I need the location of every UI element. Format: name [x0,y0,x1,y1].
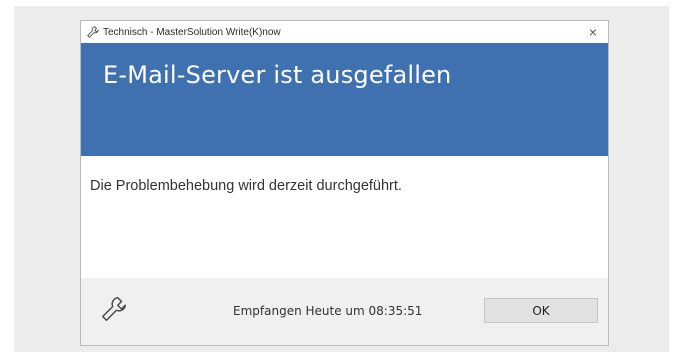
wrench-icon [99,294,129,324]
window-title: Technisch - MasterSolution Write(K)now [103,26,281,38]
message-text: Die Problembehebung wird derzeit durchge… [90,178,402,194]
title-bar: Technisch - MasterSolution Write(K)now × [81,21,608,43]
header-banner: E-Mail-Server ist ausgefallen [81,43,608,156]
wrench-icon [85,24,101,40]
received-timestamp: Empfangen Heute um 08:35:51 [233,304,423,318]
notification-title: E-Mail-Server ist ausgefallen [103,61,452,89]
message-area: Die Problembehebung wird derzeit durchge… [81,156,608,280]
notification-window: Technisch - MasterSolution Write(K)now ×… [80,20,609,346]
ok-button[interactable]: OK [484,298,598,323]
footer-bar: Empfangen Heute um 08:35:51 OK [81,278,608,345]
close-button[interactable]: × [582,22,604,42]
